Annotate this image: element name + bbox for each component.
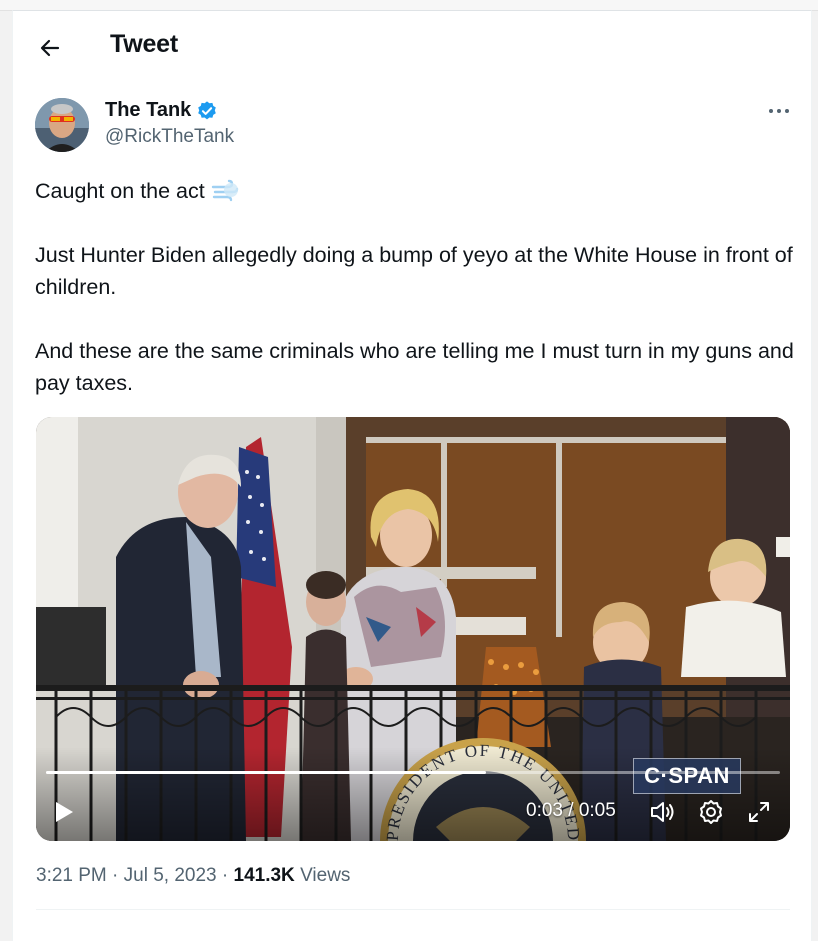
tweet-text: Caught on the act Just Hunter Biden alle… xyxy=(35,175,795,399)
play-button[interactable] xyxy=(50,797,78,827)
more-options-button[interactable] xyxy=(763,99,795,123)
page-header: Tweet xyxy=(13,11,811,81)
tweet-page: Tweet The Tank @RickTheTank Caught on th… xyxy=(12,10,812,941)
views-count: 141.3K xyxy=(233,865,295,886)
author-handle[interactable]: @RickTheTank xyxy=(105,126,234,148)
video-progress-bar[interactable] xyxy=(46,771,780,774)
video-progress-fill xyxy=(46,771,487,774)
settings-icon xyxy=(700,800,722,824)
settings-button[interactable] xyxy=(696,797,726,827)
avatar-image xyxy=(35,98,89,152)
tweet-paragraph-3: And these are the same criminals who are… xyxy=(35,339,794,395)
tweet-line-1: Caught on the act xyxy=(35,175,795,207)
display-name[interactable]: The Tank xyxy=(105,99,191,122)
tweet-time[interactable]: 3:21 PM xyxy=(36,865,107,886)
verified-badge-icon xyxy=(198,100,217,119)
back-arrow-icon xyxy=(40,39,60,57)
avatar[interactable] xyxy=(35,98,89,152)
tweet-paragraph-2: Just Hunter Biden allegedly doing a bump… xyxy=(35,243,793,299)
back-button[interactable] xyxy=(33,31,67,65)
meta-separator: · xyxy=(221,865,229,886)
views-label: Views xyxy=(300,865,351,886)
tweet-date[interactable]: Jul 5, 2023 xyxy=(124,865,217,886)
dash-symbol-emoji xyxy=(211,179,238,202)
author-block: The Tank @RickTheTank xyxy=(105,99,234,148)
fullscreen-icon xyxy=(749,802,769,822)
play-icon xyxy=(56,802,73,822)
video-player[interactable]: PRESIDENT OF THE UNITED C·SPAN 0:03 / 0:… xyxy=(36,417,790,841)
tweet-meta: 3:21 PM · Jul 5, 2023 · 141.3K Views xyxy=(36,865,350,887)
fullscreen-button[interactable] xyxy=(744,797,774,827)
cspan-watermark: C·SPAN xyxy=(633,758,741,794)
video-time: 0:03 / 0:05 xyxy=(526,800,616,821)
volume-button[interactable] xyxy=(648,797,678,827)
divider xyxy=(36,909,790,910)
more-options-icon xyxy=(769,109,789,113)
display-name-row: The Tank xyxy=(105,99,234,122)
volume-icon xyxy=(651,802,674,822)
tweet-line-1-text: Caught on the act xyxy=(35,179,205,203)
meta-separator: · xyxy=(112,865,119,886)
page-title: Tweet xyxy=(110,30,178,58)
